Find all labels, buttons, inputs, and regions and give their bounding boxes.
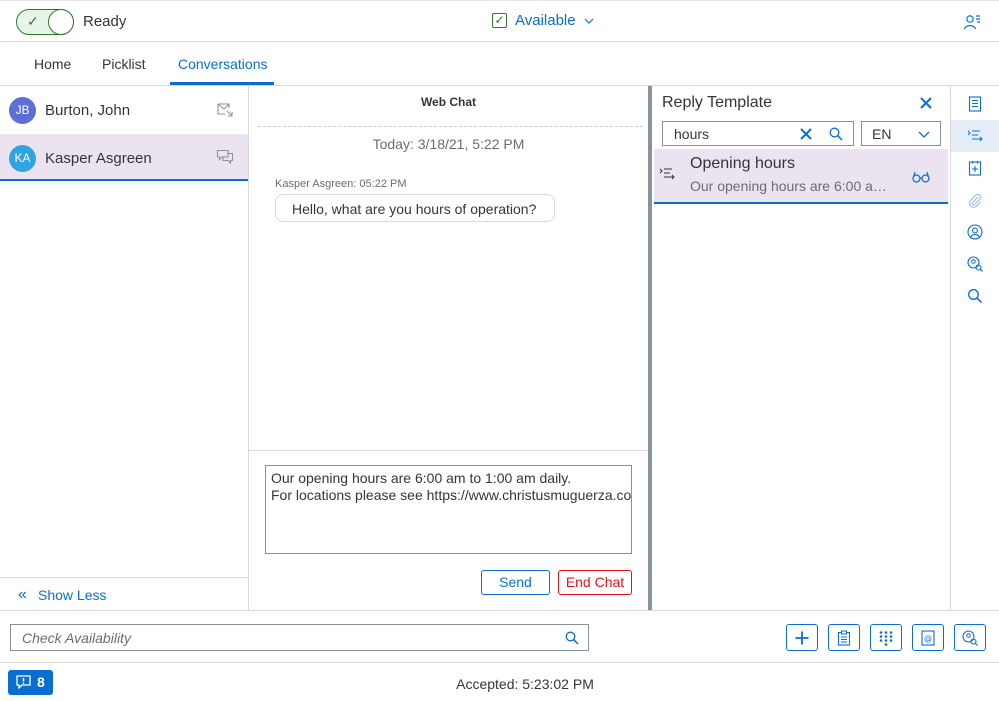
template-item[interactable]: Opening hours Our opening hours are 6:00…	[654, 149, 948, 204]
language-select[interactable]: EN	[861, 121, 941, 146]
message-bubble: Hello, what are you hours of operation?	[275, 194, 555, 222]
double-chevron-left-icon: «	[18, 586, 27, 603]
chat-compose-input[interactable]: Our opening hours are 6:00 am to 1:00 am…	[265, 465, 632, 554]
conversation-item-burton[interactable]: JB Burton, John	[0, 86, 248, 133]
check-icon: ✓	[27, 13, 39, 29]
tab-picklist[interactable]: Picklist	[102, 56, 146, 72]
clear-icon[interactable]	[800, 128, 812, 140]
contact-search-button[interactable]	[954, 624, 986, 651]
availability-label: Available	[515, 12, 576, 29]
dialpad-icon	[879, 630, 893, 646]
show-less-button[interactable]: « Show Less	[0, 577, 248, 610]
side-button-contact-search[interactable]	[951, 248, 999, 280]
plus-icon	[795, 631, 809, 644]
svg-text:@: @	[924, 634, 932, 643]
email-reply-icon	[217, 103, 233, 117]
search-icon[interactable]	[565, 631, 579, 645]
contact-icon	[967, 224, 983, 240]
clipboard-button[interactable]	[828, 624, 860, 651]
compose-line: For locations please see https://www.chr…	[271, 487, 632, 503]
date-separator: Today: 3/18/21, 5:22 PM	[372, 136, 525, 152]
avatar: JB	[9, 97, 36, 124]
reply-template-panel: Reply Template hours EN Opening hours Ou…	[652, 86, 950, 610]
side-toolbar	[950, 86, 999, 610]
side-button-add-note[interactable]	[951, 152, 999, 184]
language-value: EN	[872, 126, 892, 142]
status-label: Ready	[83, 13, 127, 30]
reply-template-icon	[659, 168, 675, 180]
compose-line: Our opening hours are 6:00 am to 1:00 am…	[271, 470, 572, 486]
chat-panel: Web Chat Today: 3/18/21, 5:22 PM Kasper …	[249, 86, 648, 610]
conversation-name: Burton, John	[45, 102, 131, 119]
add-button[interactable]	[786, 624, 818, 651]
availability-dropdown[interactable]: ✓ Available	[492, 12, 594, 29]
side-button-search[interactable]	[951, 280, 999, 312]
search-icon	[968, 289, 983, 304]
reply-template-icon	[967, 130, 983, 142]
email-address-book-button[interactable]: @	[912, 624, 944, 651]
add-note-icon	[968, 161, 982, 176]
side-button-attachment[interactable]	[951, 184, 999, 216]
ready-toggle[interactable]: ✓	[16, 9, 74, 35]
end-chat-button[interactable]: End Chat	[558, 570, 632, 595]
toggle-knob	[48, 9, 74, 35]
main-tabs: Home Picklist Conversations	[0, 42, 999, 86]
chat-title: Web Chat	[420, 95, 477, 109]
dialpad-button[interactable]	[870, 624, 902, 651]
active-tab-indicator	[170, 82, 274, 85]
accepted-time: Accepted: 5:23:02 PM	[456, 676, 594, 692]
check-availability-input[interactable]	[11, 625, 551, 650]
avatar: KA	[9, 145, 36, 172]
conversation-list: JB Burton, John KA Kasper Asgreen « Show…	[0, 86, 249, 610]
check-availability-field[interactable]	[10, 624, 589, 651]
conversation-item-kasper[interactable]: KA Kasper Asgreen	[0, 134, 248, 181]
close-icon[interactable]	[919, 96, 933, 110]
clipboard-icon	[837, 630, 851, 646]
chat-icon	[216, 149, 234, 165]
template-snippet: Our opening hours are 6:00 am to 1:00 am…	[690, 178, 890, 194]
user-settings-icon[interactable]	[963, 13, 981, 31]
show-less-label: Show Less	[38, 587, 107, 603]
document-icon	[968, 96, 982, 112]
send-button[interactable]: Send	[481, 570, 550, 595]
conversation-name: Kasper Asgreen	[45, 150, 152, 167]
side-button-contact[interactable]	[951, 216, 999, 248]
reply-template-title: Reply Template	[662, 94, 772, 111]
contact-search-icon	[962, 629, 978, 646]
template-search-input[interactable]: hours	[662, 121, 854, 146]
status-bar: 8 Accepted: 5:23:02 PM	[0, 663, 999, 701]
search-icon[interactable]	[829, 127, 843, 141]
side-button-reply-template[interactable]	[951, 120, 999, 152]
chevron-down-icon	[918, 131, 930, 138]
tab-home[interactable]: Home	[34, 56, 71, 72]
chevron-down-icon	[584, 18, 594, 24]
side-button-document[interactable]	[951, 88, 999, 120]
preview-glasses-icon[interactable]	[912, 171, 930, 183]
divider	[258, 126, 643, 127]
search-value: hours	[674, 126, 710, 142]
tab-conversations[interactable]: Conversations	[178, 56, 268, 72]
contact-search-icon	[967, 256, 983, 272]
bottom-toolbar: @	[0, 610, 999, 663]
top-bar: ✓ Ready ✓ Available	[0, 0, 999, 42]
attachment-icon	[968, 193, 982, 208]
email-book-icon: @	[921, 629, 935, 646]
availability-checkbox-icon: ✓	[492, 13, 507, 28]
template-title: Opening hours	[690, 155, 795, 172]
divider	[249, 450, 648, 451]
message-sender: Kasper Asgreen: 05:22 PM	[275, 178, 407, 190]
